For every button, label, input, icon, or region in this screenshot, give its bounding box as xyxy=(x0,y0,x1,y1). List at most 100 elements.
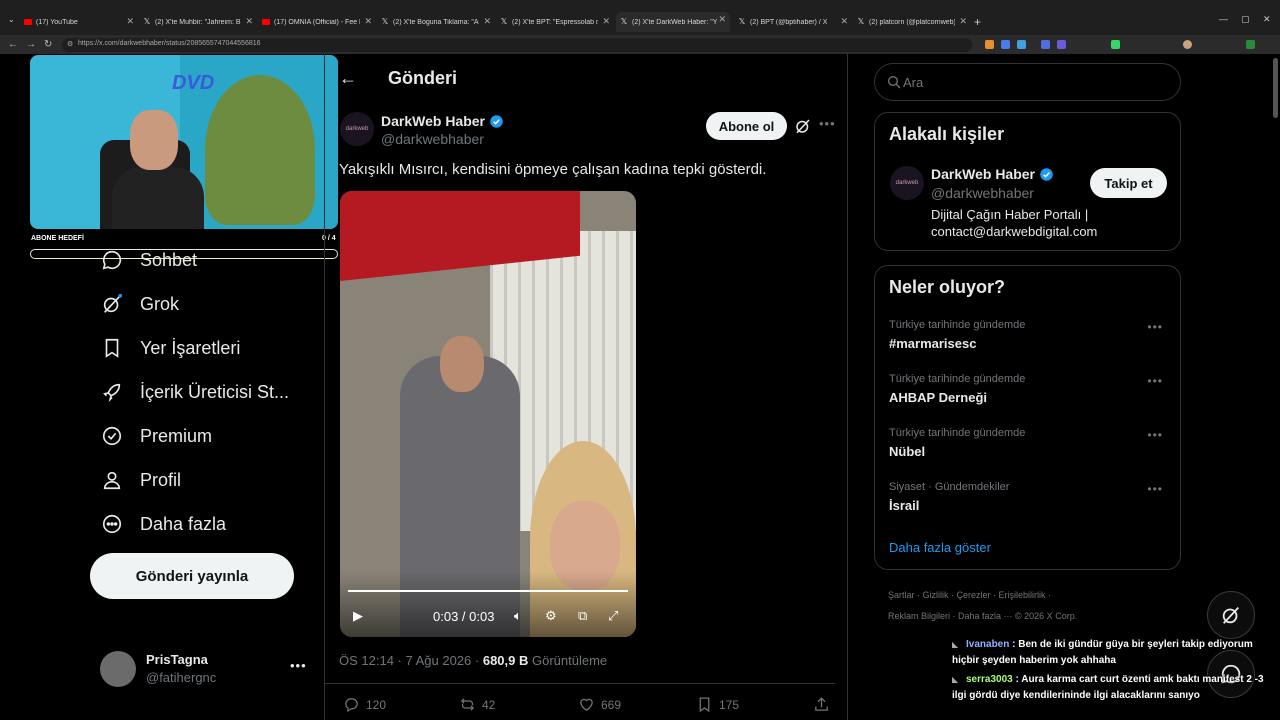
bookmark-count: 175 xyxy=(719,697,740,712)
browser-tab[interactable]: 𝕏 (2) X'te Muhbir: "Jahreim: B ✕ xyxy=(143,14,253,30)
more-options-icon[interactable]: ••• xyxy=(1147,428,1163,442)
more-options-icon[interactable]: ••• xyxy=(1147,374,1163,388)
account-handle: @fatihergnc xyxy=(146,670,217,685)
share-button[interactable] xyxy=(813,696,836,713)
site-info-icon[interactable]: ⚙ xyxy=(67,40,73,48)
trend-item[interactable]: Türkiye tarihinde gündemde #marmarisesc … xyxy=(889,319,1169,359)
settings-gear-icon[interactable]: ⚙ xyxy=(545,608,557,624)
nav-item-bookmarks[interactable]: Yer İşaretleri xyxy=(100,328,240,368)
author-name-row[interactable]: DarkWeb Haber xyxy=(381,113,504,129)
browser-tab[interactable]: 𝕏 (2) X'te BPT: "Espressolab mob ✕ xyxy=(500,14,610,30)
browser-tab-title: (2) X'te Boguna Tiklama: "Antal xyxy=(393,18,479,26)
extension-icon[interactable] xyxy=(1001,40,1010,49)
profile-avatar-icon[interactable] xyxy=(1183,40,1192,49)
close-tab-icon[interactable]: ✕ xyxy=(840,16,848,27)
browser-tab-bar: ⌄ (17) YouTube ✕ 𝕏 (2) X'te Muhbir: "Jah… xyxy=(0,0,1280,36)
close-tab-icon[interactable]: ✕ xyxy=(602,16,610,27)
subscriber-goal-bar xyxy=(30,249,338,259)
close-tab-icon[interactable]: ✕ xyxy=(959,16,967,27)
browser-tab[interactable]: 𝕏 (2) platcorn (@platcornweb) / X ✕ xyxy=(857,14,967,30)
nav-item-premium[interactable]: Premium xyxy=(100,416,212,456)
chat-badge-icon: ◣ xyxy=(952,640,959,649)
nav-item-more[interactable]: Daha fazla xyxy=(100,504,226,544)
more-options-icon[interactable]: ••• xyxy=(1147,482,1163,496)
new-tab-icon[interactable]: + xyxy=(974,15,981,29)
extension-icon[interactable] xyxy=(1041,40,1050,49)
related-name-row[interactable]: DarkWeb Haber xyxy=(931,166,1054,182)
close-tab-icon[interactable]: ✕ xyxy=(364,16,372,27)
back-icon[interactable]: ← xyxy=(8,39,18,50)
post-compose-button[interactable]: Gönderi yayınla xyxy=(90,553,294,599)
author-avatar[interactable]: darkweb xyxy=(340,112,374,146)
close-tab-icon[interactable]: ✕ xyxy=(126,16,134,27)
author-handle[interactable]: @darkwebhaber xyxy=(381,131,484,147)
browser-tab-title: (17) OMNIA (Official) - Fee Ra xyxy=(274,18,360,26)
browser-tab-active[interactable]: 𝕏 (2) X'te DarkWeb Haber: "Y ✕ xyxy=(616,12,730,32)
extension-icon[interactable] xyxy=(1057,40,1066,49)
browser-tab-title: (2) X'te DarkWeb Haber: "Y xyxy=(632,18,718,26)
reload-icon[interactable]: ↻ xyxy=(44,39,52,50)
close-window-icon[interactable]: ✕ xyxy=(1263,14,1271,25)
search-input[interactable] xyxy=(903,73,1163,91)
close-tab-icon[interactable]: ✕ xyxy=(718,14,726,25)
post-timestamp[interactable]: ÖS 12:14 · 7 Ağu 2026 · xyxy=(339,653,479,668)
fullscreen-icon[interactable]: ⤢ xyxy=(608,608,618,624)
browser-tab[interactable]: 𝕏 (2) BPT (@bptihaber) / X ✕ xyxy=(738,14,848,30)
show-more-link[interactable]: Daha fazla göster xyxy=(889,540,991,555)
grok-floating-button[interactable] xyxy=(1207,591,1255,639)
footer-links[interactable]: Şartlar · Gizlilik · Çerezler · Erişileb… xyxy=(888,590,1051,600)
video-progress-bar[interactable] xyxy=(348,590,628,592)
subscribe-button[interactable]: Abone ol xyxy=(706,112,787,140)
minimize-window-icon[interactable]: — xyxy=(1219,14,1228,24)
maximize-window-icon[interactable]: ▢ xyxy=(1241,14,1250,25)
close-tab-icon[interactable]: ✕ xyxy=(245,16,253,27)
extension-icon[interactable] xyxy=(1017,40,1026,49)
back-arrow-icon[interactable]: ← xyxy=(339,68,357,89)
page-scrollbar[interactable] xyxy=(1273,58,1278,118)
nav-item-chat[interactable]: Sohbet xyxy=(100,240,197,280)
follow-button[interactable]: Takip et xyxy=(1090,168,1167,198)
browser-tab[interactable]: 𝕏 (2) X'te Boguna Tiklama: "Antal ✕ xyxy=(381,14,491,30)
search-box[interactable] xyxy=(874,63,1181,101)
bookmark-button[interactable]: 175 xyxy=(696,696,739,713)
tab-list-dropdown-icon[interactable]: ⌄ xyxy=(8,15,15,24)
trend-item[interactable]: Türkiye tarihinde gündemde AHBAP Derneği… xyxy=(889,373,1169,413)
account-switcher[interactable]: PrisTagna @fatihergnc ••• xyxy=(100,650,310,690)
volume-icon[interactable]: 🔈︎ xyxy=(514,608,522,624)
video-player[interactable]: ▶ 0:03 / 0:03 🔈︎ ⚙ ⧉ ⤢ xyxy=(340,191,636,637)
forward-icon[interactable]: → xyxy=(26,39,36,50)
picture-in-picture-icon[interactable]: ⧉ xyxy=(578,608,587,624)
video-frame-person-head xyxy=(440,336,484,392)
nav-item-grok[interactable]: Grok xyxy=(100,284,179,324)
more-options-icon[interactable]: ••• xyxy=(819,116,836,131)
bookmark-icon xyxy=(699,697,710,713)
play-icon[interactable]: ▶ xyxy=(353,608,363,624)
reply-button[interactable]: 120 xyxy=(343,696,386,713)
trend-item[interactable]: Siyaset · Gündemdekiler İsrail ••• xyxy=(889,481,1169,521)
dvd-logo: DVD xyxy=(172,72,215,94)
webcam-streamer-face xyxy=(130,110,178,170)
extension-icon[interactable] xyxy=(985,40,994,49)
extension-icon[interactable] xyxy=(1246,40,1255,49)
repost-button[interactable]: 42 xyxy=(459,696,495,713)
search-icon xyxy=(888,76,901,89)
footer-links[interactable]: Reklam Bilgileri · Daha fazla ··· © 2026… xyxy=(888,611,1077,621)
more-options-icon[interactable]: ••• xyxy=(290,658,307,673)
related-handle[interactable]: @darkwebhaber xyxy=(931,185,1034,201)
url-field[interactable]: ⚙ https://x.com/darkwebhaber/status/2085… xyxy=(62,38,972,52)
nav-item-creator-studio[interactable]: İçerik Üreticisi St... xyxy=(100,372,289,412)
trends-card: Neler oluyor? Türkiye tarihinde gündemde… xyxy=(874,265,1181,570)
nav-item-profile[interactable]: Profil xyxy=(100,460,181,500)
browser-tab[interactable]: (17) OMNIA (Official) - Fee Ra ✕ xyxy=(262,14,372,30)
grok-icon[interactable] xyxy=(794,117,812,135)
more-options-icon[interactable]: ••• xyxy=(1147,320,1163,334)
close-tab-icon[interactable]: ✕ xyxy=(483,16,491,27)
related-avatar[interactable]: darkweb xyxy=(890,166,924,200)
extension-icon[interactable] xyxy=(1111,40,1120,49)
video-progress-fill xyxy=(348,590,628,592)
browser-tab[interactable]: (17) YouTube ✕ xyxy=(24,14,134,30)
chat-username: serra3003 xyxy=(966,674,1013,685)
trend-item[interactable]: Türkiye tarihinde gündemde Nübel ••• xyxy=(889,427,1169,467)
trend-context: Türkiye tarihinde gündemde xyxy=(889,319,1026,331)
like-button[interactable]: 669 xyxy=(578,696,621,713)
